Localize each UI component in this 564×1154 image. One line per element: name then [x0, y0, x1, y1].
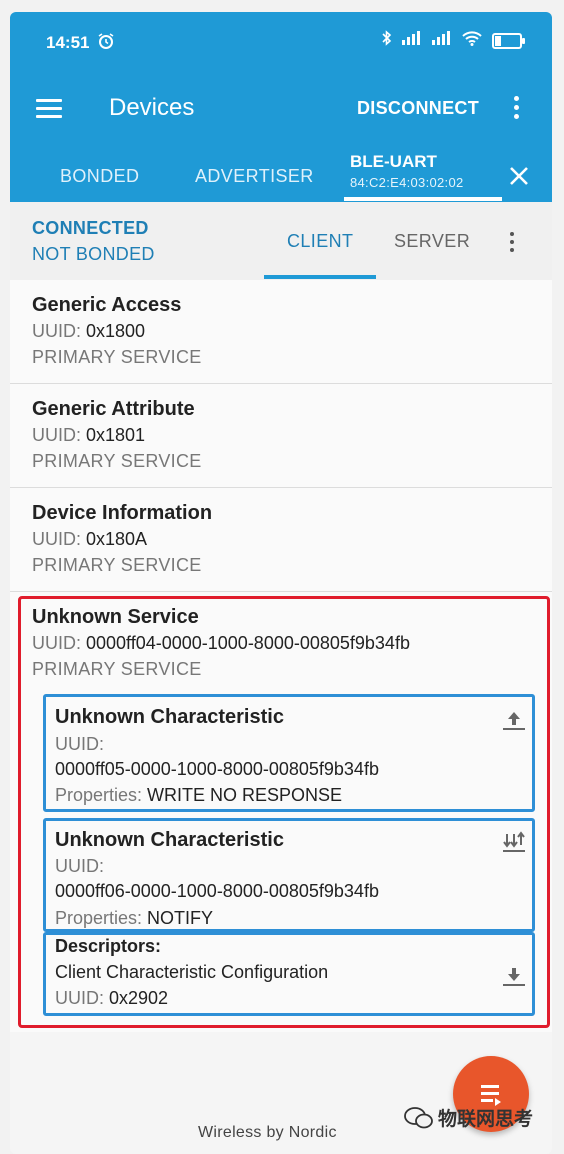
signal-icon: [402, 31, 422, 50]
service-uuid: UUID: 0x180A: [32, 529, 148, 549]
service-device-information[interactable]: Device Information UUID: 0x180A PRIMARY …: [10, 488, 552, 592]
tab-advertiser[interactable]: ADVERTISER: [195, 166, 314, 187]
service-type: PRIMARY SERVICE: [32, 555, 202, 575]
characteristic-uuid-label: UUID:: [55, 856, 104, 876]
status-icons: 24: [382, 30, 525, 51]
service-type: PRIMARY SERVICE: [32, 451, 202, 471]
characteristic-name: Unknown Characteristic: [55, 706, 284, 728]
descriptors-heading: Descriptors:: [55, 936, 162, 956]
status-bar: 14:51 24: [10, 12, 552, 68]
characteristic-properties: Properties: WRITE NO RESPONSE: [55, 785, 343, 805]
more-options-icon[interactable]: [510, 232, 516, 256]
tab-indicator: [344, 197, 502, 201]
tab-bonded[interactable]: BONDED: [60, 166, 139, 187]
close-icon[interactable]: [507, 164, 531, 188]
characteristic-properties: Properties: NOTIFY: [55, 908, 214, 928]
tab-server[interactable]: SERVER: [394, 231, 470, 252]
notify-arrows-icon[interactable]: [502, 831, 526, 853]
app-bar: Devices DISCONNECT: [10, 68, 552, 146]
battery-icon: 24: [492, 32, 525, 49]
characteristic-notify[interactable]: Unknown Characteristic UUID: 0000ff06-00…: [43, 818, 535, 932]
watermark-text: 物联网思考: [438, 1109, 534, 1130]
download-arrow-icon[interactable]: [502, 965, 526, 987]
descriptor-uuid: UUID: 0x2902: [55, 988, 169, 1008]
battery-level: [495, 35, 501, 46]
tab-client[interactable]: CLIENT: [287, 231, 353, 252]
characteristic-write[interactable]: Unknown Characteristic UUID: 0000ff05-00…: [43, 694, 535, 812]
device-address: 84:C2:E4:03:02:02: [350, 175, 464, 190]
service-uuid: UUID: 0x1801: [32, 425, 146, 445]
disconnect-button[interactable]: DISCONNECT: [357, 98, 479, 119]
characteristic-uuid: 0000ff06-0000-1000-8000-00805f9b34fb: [55, 881, 379, 901]
more-options-icon[interactable]: [514, 96, 522, 123]
characteristic-uuid-label: UUID:: [55, 734, 104, 754]
footer-text: Wireless by Nordic: [198, 1124, 337, 1141]
connection-bar: CONNECTED NOT BONDED CLIENT SERVER: [10, 202, 552, 281]
service-generic-access[interactable]: Generic Access UUID: 0x1800 PRIMARY SERV…: [10, 280, 552, 384]
signal-icon-2: [432, 31, 452, 50]
service-generic-attribute[interactable]: Generic Attribute UUID: 0x1801 PRIMARY S…: [10, 384, 552, 488]
bluetooth-icon: [382, 30, 392, 51]
client-tab-indicator: [264, 275, 376, 279]
service-name: Generic Attribute: [32, 398, 195, 420]
hamburger-menu-icon[interactable]: [36, 99, 62, 118]
service-name: Generic Access: [32, 294, 182, 316]
bond-state: NOT BONDED: [32, 244, 155, 264]
device-tabs: BONDED ADVERTISER BLE-UART 84:C2:E4:03:0…: [10, 146, 552, 202]
battery-level-label: 24: [501, 35, 512, 46]
upload-arrow-icon[interactable]: [502, 709, 526, 731]
characteristic-name: Unknown Characteristic: [55, 829, 284, 851]
tab-ble-uart[interactable]: BLE-UART: [350, 152, 437, 172]
characteristic-uuid: 0000ff05-0000-1000-8000-00805f9b34fb: [55, 759, 379, 779]
status-time: 14:51: [46, 33, 90, 52]
connection-state: CONNECTED: [32, 218, 149, 238]
page-title: Devices: [109, 94, 195, 121]
descriptor-name: Client Characteristic Configuration: [55, 962, 329, 982]
wechat-logo-icon: [404, 1106, 434, 1135]
service-type: PRIMARY SERVICE: [32, 347, 202, 367]
descriptor-cccd[interactable]: Descriptors: Client Characteristic Confi…: [43, 932, 535, 1016]
service-uuid: UUID: 0x1800: [32, 321, 146, 341]
wifi-icon: [462, 30, 482, 51]
service-name: Device Information: [32, 502, 213, 524]
app-window: 14:51 24 Devices DISCONNECT BONDED ADVER…: [10, 12, 552, 1154]
alarm-icon: [97, 32, 115, 55]
